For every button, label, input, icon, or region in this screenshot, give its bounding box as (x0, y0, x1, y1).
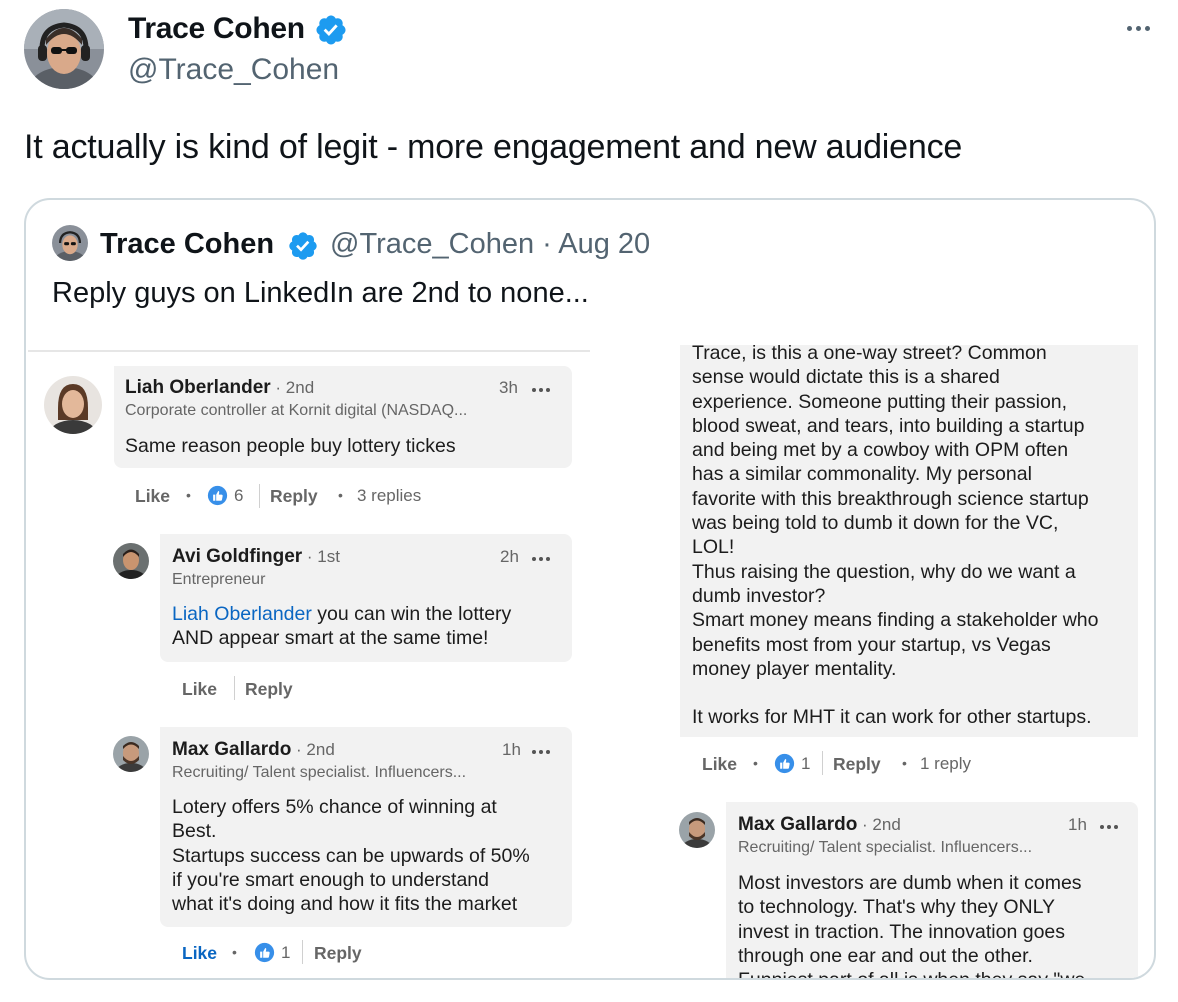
commenter-name[interactable]: Avi Goldfinger · 1st (172, 546, 340, 568)
commenter-headline: Entrepreneur (172, 571, 266, 588)
separator-dot: • (186, 487, 191, 503)
commenter-name[interactable]: Max Gallardo · 2nd (738, 814, 901, 836)
avatar (44, 376, 102, 434)
like-button[interactable]: Like (182, 943, 217, 964)
quote-author-avatar (52, 225, 88, 261)
image-divider (28, 350, 590, 352)
author-avatar[interactable] (24, 9, 104, 89)
commenter-name[interactable]: Max Gallardo · 2nd (172, 739, 335, 761)
commenter-headline: Recruiting/ Talent specialist. Influence… (738, 839, 1033, 856)
like-reaction-icon[interactable] (774, 753, 795, 774)
separator-dot: • (338, 487, 343, 503)
connection-degree: · 2nd (270, 378, 315, 397)
connection-degree: · 2nd (857, 815, 901, 834)
comment-text: Same reason people buy lottery tickes (125, 435, 456, 457)
divider (822, 751, 823, 775)
comment-text: Liah Oberlander you can win the lottery A… (172, 602, 511, 651)
tweet-text: It actually is kind of legit - more enga… (24, 128, 963, 166)
comment-text: Lotery offers 5% chance of winning at Be… (172, 796, 530, 916)
divider (234, 676, 235, 700)
separator-dot: • (902, 755, 907, 771)
divider (302, 940, 303, 964)
more-options-icon[interactable] (1118, 16, 1158, 40)
comment-time: 3h (499, 378, 518, 397)
like-reaction-icon[interactable] (254, 942, 275, 963)
commenter-name-text[interactable]: Liah Oberlander (125, 377, 271, 398)
verified-badge-icon (287, 230, 319, 262)
commenter-name-text[interactable]: Max Gallardo (172, 739, 291, 760)
comment-time: 1h (1068, 815, 1087, 834)
commenter-name-text[interactable]: Max Gallardo (738, 814, 857, 835)
comment-text: Most investors are dumb when it comes to… (738, 872, 1085, 978)
reply-button[interactable]: Reply (833, 754, 881, 775)
comment-time: 2h (500, 547, 519, 566)
commenter-name[interactable]: Liah Oberlander · 2nd (125, 377, 314, 399)
separator-dot: • (753, 755, 758, 771)
divider (259, 484, 260, 508)
author-name[interactable]: Trace Cohen (128, 12, 305, 46)
comment-time: 1h (502, 740, 521, 759)
more-options-icon[interactable] (1100, 825, 1118, 829)
commenter-headline: Recruiting/ Talent specialist. Influence… (172, 764, 467, 781)
reply-button[interactable]: Reply (270, 486, 318, 507)
replies-count-link[interactable]: 3 replies (357, 486, 421, 506)
like-button[interactable]: Like (135, 486, 170, 507)
connection-degree: · 2nd (291, 740, 335, 759)
quote-text: Reply guys on LinkedIn are 2nd to none..… (52, 277, 589, 309)
reply-button[interactable]: Reply (314, 943, 362, 964)
separator-dot: • (232, 944, 237, 960)
replies-count-link[interactable]: 1 reply (920, 754, 971, 774)
commenter-name-text[interactable]: Avi Goldfinger (172, 546, 302, 567)
reaction-count: 6 (234, 486, 244, 505)
avatar (113, 543, 149, 579)
verified-badge-icon[interactable] (314, 13, 348, 47)
like-button[interactable]: Like (182, 679, 217, 700)
quoted-tweet-card[interactable]: Trace Cohen @Trace_Cohen · Aug 20 Reply … (24, 198, 1156, 980)
comment-text-line: AND appear smart at the same time! (172, 627, 489, 650)
like-button[interactable]: Like (702, 754, 737, 775)
author-handle[interactable]: @Trace_Cohen (128, 53, 339, 87)
avatar (113, 736, 149, 772)
more-options-icon[interactable] (532, 557, 550, 561)
mention-link[interactable]: Liah Oberlander (172, 603, 312, 625)
quote-handle-date: @Trace_Cohen · Aug 20 (330, 228, 651, 260)
comment-text: Trace, is this a one-way street? Common … (692, 342, 1099, 729)
like-reaction-icon[interactable] (207, 485, 228, 506)
more-options-icon[interactable] (532, 750, 550, 754)
quote-author-name: Trace Cohen (100, 228, 275, 260)
reply-button[interactable]: Reply (245, 679, 293, 700)
reaction-count: 1 (801, 754, 811, 773)
more-options-icon[interactable] (532, 388, 550, 392)
avatar (679, 812, 715, 848)
commenter-headline: Corporate controller at Kornit digital (… (125, 402, 468, 419)
reaction-count: 1 (281, 943, 291, 962)
comment-text-line: you can win the lottery (311, 603, 512, 625)
connection-degree: · 1st (302, 547, 340, 566)
